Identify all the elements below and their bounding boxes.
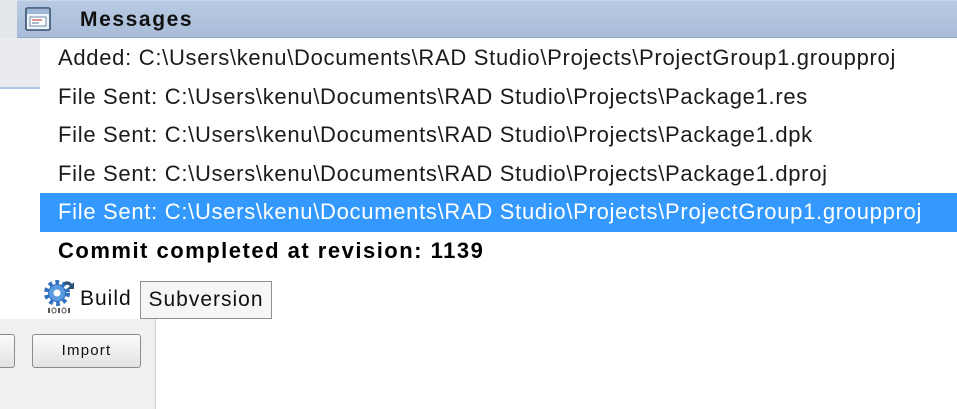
message-row[interactable]: File Sent: C:\Users\kenu\Documents\RAD S… bbox=[40, 193, 957, 232]
message-row[interactable]: File Sent: C:\Users\kenu\Documents\RAD S… bbox=[40, 116, 957, 155]
message-text: File Sent: C:\Users\kenu\Documents\RAD S… bbox=[58, 160, 828, 186]
subversion-toolbar-panel: Import bbox=[0, 319, 156, 409]
messages-panel-header[interactable]: Messages bbox=[17, 0, 957, 38]
tab-build-label: Build bbox=[80, 287, 132, 310]
window-corner bbox=[0, 0, 17, 38]
tab-build[interactable]: Build bbox=[36, 273, 140, 319]
message-text: File Sent: C:\Users\kenu\Documents\RAD S… bbox=[58, 122, 813, 147]
message-text: Commit completed at revision: 1139 bbox=[58, 237, 485, 263]
message-row[interactable]: Added: C:\Users\kenu\Documents\RAD Studi… bbox=[40, 39, 957, 78]
tab-subversion-label: Subversion bbox=[148, 288, 264, 311]
message-tabs: Build Subversion bbox=[0, 271, 957, 319]
import-button-label: Import bbox=[61, 342, 112, 359]
panel-title: Messages bbox=[80, 8, 194, 31]
partial-button[interactable] bbox=[0, 334, 15, 368]
messages-window-icon bbox=[25, 7, 51, 31]
background-pane-edge bbox=[0, 87, 40, 89]
message-text: File Sent: C:\Users\kenu\Documents\RAD S… bbox=[58, 83, 808, 109]
messages-list[interactable]: Added: C:\Users\kenu\Documents\RAD Studi… bbox=[40, 39, 957, 271]
message-row[interactable]: File Sent: C:\Users\kenu\Documents\RAD S… bbox=[40, 155, 957, 194]
message-text: File Sent: C:\Users\kenu\Documents\RAD S… bbox=[58, 199, 923, 224]
left-gutter bbox=[0, 38, 40, 271]
message-text: Added: C:\Users\kenu\Documents\RAD Studi… bbox=[58, 45, 897, 70]
message-row[interactable]: File Sent: C:\Users\kenu\Documents\RAD S… bbox=[40, 78, 957, 117]
message-row[interactable]: Commit completed at revision: 1139 bbox=[40, 232, 957, 271]
background-pane-shade bbox=[0, 38, 40, 87]
import-button[interactable]: Import bbox=[32, 334, 141, 368]
tab-subversion[interactable]: Subversion bbox=[140, 281, 272, 319]
build-gear-icon bbox=[44, 280, 74, 314]
